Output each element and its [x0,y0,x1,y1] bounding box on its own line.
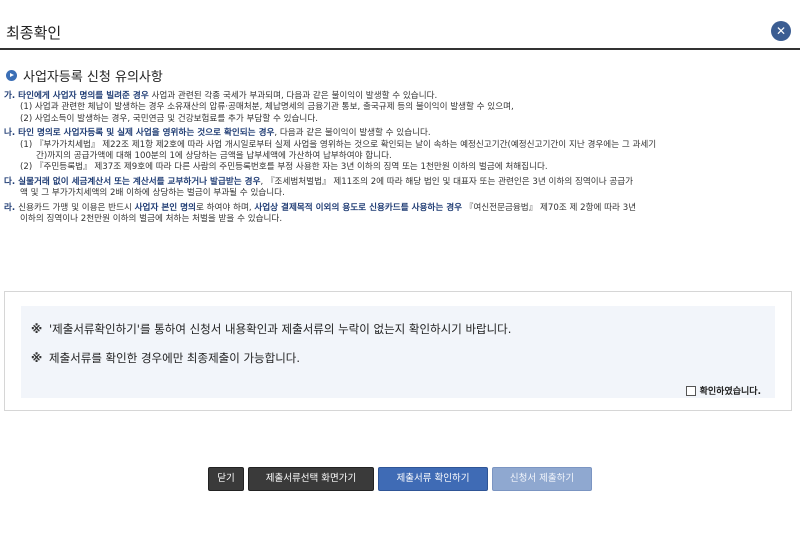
notice-item: 라. 신용카드 가맹 및 이용은 반드시 사업자 본인 명의로 하여야 하며, … [4,203,794,226]
confirm-panel: ※ '제출서류확인하기'를 통하여 신청서 내용확인과 제출서류의 누락이 없는지… [21,306,775,398]
section-title: 사업자등록 신청 유의사항 [6,66,163,85]
notice-line: 이하의 징역이나 2천만원 이하의 벌금에 처하는 처벌을 받을 수 있습니다. [4,214,794,225]
notice-line: (2) 사업소득이 발생하는 경우, 국민연금 및 건강보험료를 추가 부담할 … [4,114,794,125]
notice-marker: 라. [4,202,19,213]
dialog-header: 최종확인 ✕ [0,0,800,50]
back-to-document-selection-button[interactable]: 제출서류선택 화면가기 [248,467,374,491]
reference-mark-icon: ※ [31,322,43,336]
notice-item: 가. 타인에게 사업자 명의를 빌려준 경우 사업과 관련된 각종 국세가 부과… [4,91,794,125]
notice-text: 간)까지의 공급가액에 대해 100분의 1에 상당하는 금액을 납부세액에 가… [36,151,392,162]
notice-text: 로 하여야 하며, [195,202,255,213]
confirm-checkbox-group[interactable]: 확인하였습니다. [685,384,761,397]
notice-marker: 나. [4,128,19,139]
notice-highlight: 타인에게 사업자 명의를 빌려준 경우 [18,91,149,101]
notice-line: 나. 타인 명의로 사업자등록 및 실제 사업을 영위하는 것으로 확인되는 경… [4,128,794,139]
notice-text: , 다음과 같은 불이익이 발생할 수 있습니다. [274,128,431,139]
close-icon[interactable]: ✕ [771,21,791,41]
confirm-checkbox-label[interactable]: 확인하였습니다. [700,384,761,397]
notice-line: 간)까지의 공급가액에 대해 100분의 1에 상당하는 금액을 납부세액에 가… [4,151,794,162]
notice-item: 다. 실물거래 없이 세금계산서 또는 계산서를 교부하거나 발급받는 경우, … [4,177,794,200]
notice-line: 가. 타인에게 사업자 명의를 빌려준 경우 사업과 관련된 각종 국세가 부과… [4,91,794,102]
notice-line: 라. 신용카드 가맹 및 이용은 반드시 사업자 본인 명의로 하여야 하며, … [4,203,794,214]
submit-application-button[interactable]: 신청서 제출하기 [492,467,592,491]
notice-text: , 『조세범처벌법』 제11조의 2에 따라 해당 법인 및 대표자 또는 관련… [260,176,634,187]
confirm-checkbox[interactable] [685,385,696,396]
notice-line: (2) 『주민등록법』 제37조 제9호에 따라 다른 사람의 주민등록번호를 … [4,162,794,173]
section-title-text: 사업자등록 신청 유의사항 [23,70,163,85]
dialog-title: 최종확인 [6,24,62,42]
notice-text: (1) 『부가가치세법』 제22조 제1항 제2호에 따라 사업 개시일로부터 … [20,139,657,150]
notice-item: 나. 타인 명의로 사업자등록 및 실제 사업을 영위하는 것으로 확인되는 경… [4,128,794,174]
notice-highlight: 사업상 결제목적 이외의 용도로 신용카드를 사용하는 경우 [254,202,463,213]
notice-highlight: 사업자 본인 명의 [134,202,196,213]
confirm-box: ※ '제출서류확인하기'를 통하여 신청서 내용확인과 제출서류의 누락이 없는지… [4,291,792,411]
arrow-circle-icon [6,70,17,81]
notice-highlight: 실물거래 없이 세금계산서 또는 계산서를 교부하거나 발급받는 경우 [18,176,261,187]
notice-line: 액 및 그 부가가치세액의 2배 이하에 상당하는 벌금이 부과될 수 있습니다… [4,188,794,199]
notice-marker: 가. [4,91,19,101]
close-button[interactable]: 닫기 [208,467,244,491]
notice-highlight: 타인 명의로 사업자등록 및 실제 사업을 영위하는 것으로 확인되는 경우 [18,128,275,139]
notice-line: (1) 사업과 관련한 체납이 발생하는 경우 소유재산의 압류·공매처분, 체… [4,102,794,113]
notice-text: 사업과 관련된 각종 국세가 부과되며, 다음과 같은 불이익이 발생할 수 있… [148,91,438,101]
notice-text: (2) 『주민등록법』 제37조 제9호에 따라 다른 사람의 주민등록번호를 … [20,162,548,173]
notice-text: 이하의 징역이나 2천만원 이하의 벌금에 처하는 처벌을 받을 수 있습니다. [20,214,283,225]
notice-text: 액 및 그 부가가치세액의 2배 이하에 상당하는 벌금이 부과될 수 있습니다… [20,188,285,199]
notice-text: 신용카드 가맹 및 이용은 반드시 [18,202,135,213]
notice-text: (2) 사업소득이 발생하는 경우, 국민연금 및 건강보험료를 추가 부담할 … [20,113,318,124]
confirm-notice-2-text: 제출서류를 확인한 경우에만 최종제출이 가능합니다. [49,351,301,365]
reference-mark-icon: ※ [31,351,43,365]
notice-line: 다. 실물거래 없이 세금계산서 또는 계산서를 교부하거나 발급받는 경우, … [4,177,794,188]
notice-marker: 다. [4,176,19,187]
review-documents-button[interactable]: 제출서류 확인하기 [378,467,488,491]
notice-text: 『여신전문금융법』 제70조 제 2항에 따라 3년 [462,202,637,213]
notice-text: (1) 사업과 관련한 체납이 발생하는 경우 소유재산의 압류·공매처분, 체… [20,102,514,113]
notice-line: (1) 『부가가치세법』 제22조 제1항 제2호에 따라 사업 개시일로부터 … [4,140,794,151]
confirm-notice-1-text: '제출서류확인하기'를 통하여 신청서 내용확인과 제출서류의 누락이 없는지 … [49,322,512,336]
confirm-notice-1: ※ '제출서류확인하기'를 통하여 신청서 내용확인과 제출서류의 누락이 없는지… [31,321,511,337]
confirm-notice-2: ※ 제출서류를 확인한 경우에만 최종제출이 가능합니다. [31,350,300,366]
notice-list: 가. 타인에게 사업자 명의를 빌려준 경우 사업과 관련된 각종 국세가 부과… [4,91,794,228]
